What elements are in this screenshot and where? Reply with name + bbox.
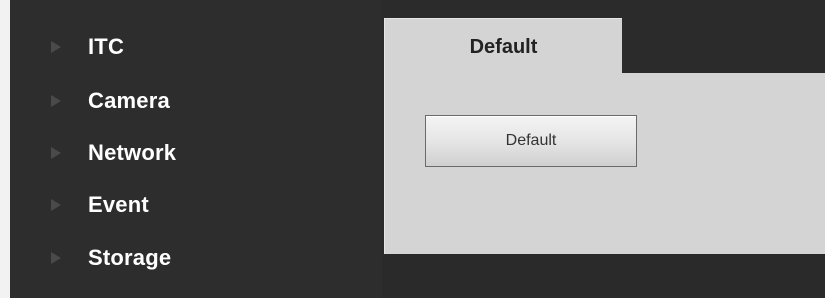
sidebar-item-label: Network [88, 140, 177, 165]
sidebar-item-storage[interactable]: Storage [50, 243, 171, 273]
window-left-border [0, 0, 10, 298]
sidebar-item-network[interactable]: Network [50, 138, 176, 168]
triangle-right-icon [50, 94, 62, 108]
sidebar-item-label: ITC [88, 34, 125, 59]
triangle-right-icon [50, 198, 62, 212]
default-button[interactable]: Default [425, 115, 637, 167]
sidebar-item-label: Event [88, 192, 149, 217]
sidebar-item-event[interactable]: Event [50, 190, 149, 220]
tab-label: Default [469, 36, 538, 58]
bottom-background [382, 254, 825, 298]
triangle-right-icon [50, 251, 62, 265]
sidebar-item-label: Camera [88, 88, 170, 113]
triangle-right-icon [50, 40, 62, 54]
triangle-right-icon [50, 146, 62, 160]
sidebar-item-camera[interactable]: Camera [50, 86, 170, 116]
tab-panel: Default [384, 73, 825, 254]
app-window: ITC Camera Network Event Storage Default… [0, 0, 825, 298]
sidebar-item-label: Storage [88, 245, 172, 270]
sidebar-item-itc[interactable]: ITC [50, 32, 124, 62]
tab-default[interactable]: Default [384, 18, 622, 74]
sidebar: ITC Camera Network Event Storage [10, 0, 382, 298]
